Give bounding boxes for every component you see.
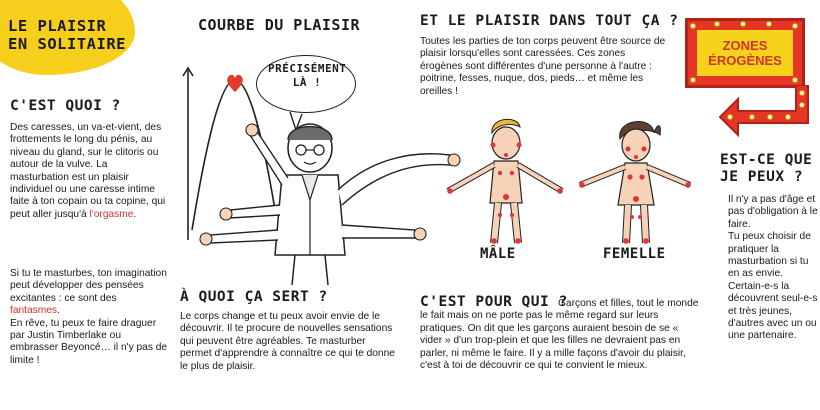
male-figure-illustration	[446, 118, 564, 244]
can-text-1: Il n'y a pas d'âge et pas d'obligation à…	[728, 194, 818, 230]
can-text: Il n'y a pas d'âge et pas d'obligation à…	[728, 194, 818, 343]
sign-bulb	[690, 77, 696, 83]
sign-panel: ZONES ÉROGÈNES	[697, 30, 793, 76]
sign-line-2: ÉROGÈNES	[708, 53, 782, 68]
orgasme-link[interactable]: l'orgasme	[90, 209, 134, 220]
what-text-end: .	[133, 208, 137, 220]
title-line-1: LE PLAISIR	[8, 17, 107, 35]
sign-bulb	[766, 21, 772, 27]
male-label: MÂLE	[480, 246, 516, 262]
imagination-text-2: En rêve, tu peux te faire draguer par Ju…	[10, 317, 168, 366]
female-label: FEMELLE	[603, 246, 666, 262]
imagination-text-end: .	[57, 305, 60, 317]
sign-line-1: ZONES	[722, 38, 768, 53]
page-title: LE PLAISIR EN SOLITAIRE	[8, 17, 126, 53]
fantasmes-link[interactable]: fantasmes	[10, 305, 57, 316]
sign-bulb	[714, 21, 720, 27]
sign-bulb	[792, 77, 798, 83]
who-text: Garçons et filles, tout le monde le fait…	[420, 298, 699, 372]
heading-everywhere: ET LE PLAISIR DANS TOUT ÇA ?	[420, 13, 679, 29]
speech-bubble-text: PRÉCISÉMENT LÀ !	[268, 62, 347, 89]
female-figure-illustration	[578, 121, 692, 244]
what-text-main: Des caresses, un va-et-vient, des frotte…	[10, 122, 166, 220]
sign-bulb	[740, 21, 746, 27]
sign-bulb	[690, 23, 696, 29]
heading-can: EST-CE QUE JE PEUX ?	[720, 152, 813, 185]
heading-what: C'EST QUOI ?	[10, 98, 121, 114]
sign-arrow-illustration	[718, 85, 809, 138]
curve-title: COURBE DU PLAISIR	[198, 16, 361, 34]
sign-bulb	[792, 23, 798, 29]
heading-use: À QUOI ÇA SERT ?	[180, 289, 328, 305]
use-text: Le corps change et tu peux avoir envie d…	[180, 311, 395, 372]
what-text: Des caresses, un va-et-vient, des frotte…	[10, 122, 168, 221]
can-text-2: Tu peux choisir de pratiquer la masturba…	[728, 231, 818, 342]
imagination-text-main: Si tu te masturbes, ton imagination peut…	[10, 268, 167, 304]
imagination-text: Si tu te masturbes, ton imagination peut…	[10, 268, 168, 367]
title-line-2: EN SOLITAIRE	[8, 35, 126, 53]
erogenous-zones-sign: ZONES ÉROGÈNES	[685, 18, 805, 88]
everywhere-text: Toutes les parties de ton corps peuvent …	[420, 36, 666, 97]
